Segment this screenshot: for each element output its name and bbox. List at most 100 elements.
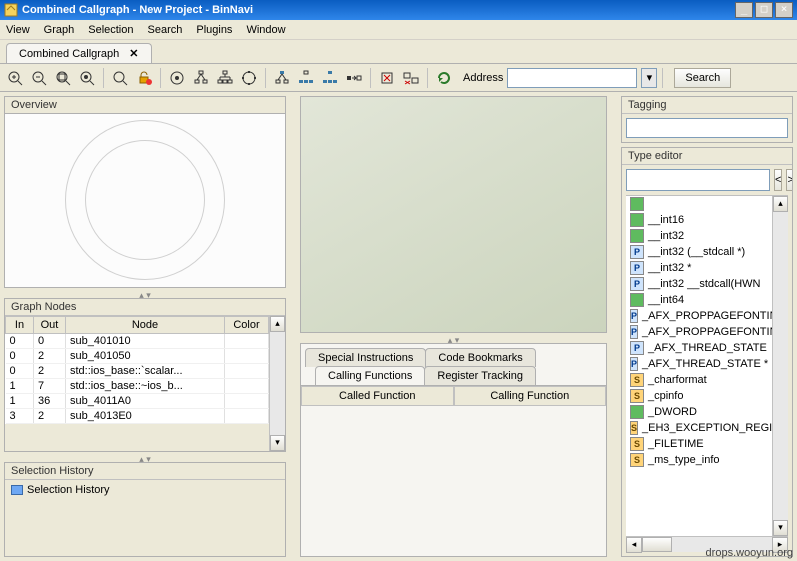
table-row[interactable]: 02std::ios_base::`scalar...: [6, 364, 269, 379]
right-column: Tagging Type editor < > __int16__int32P_…: [617, 92, 797, 561]
type-list-item[interactable]: P__int32 *: [626, 260, 772, 276]
menu-selection[interactable]: Selection: [88, 24, 133, 36]
col-node[interactable]: Node: [66, 317, 225, 334]
col-color[interactable]: Color: [225, 317, 269, 334]
type-list[interactable]: __int16__int32P__int32 (__stdcall *)P__i…: [626, 196, 772, 536]
col-in[interactable]: In: [6, 317, 34, 334]
menu-window[interactable]: Window: [246, 24, 285, 36]
lower-center-panel: Special Instructions Code Bookmarks Call…: [300, 343, 607, 557]
separator: [427, 68, 428, 88]
pointer-type-icon: P: [630, 341, 644, 355]
type-list-item[interactable]: __int64: [626, 292, 772, 308]
struct-type-icon: S: [630, 453, 644, 467]
pointer-type-icon: P: [630, 357, 638, 371]
table-row[interactable]: 136sub_4011A0: [6, 394, 269, 409]
type-list-item[interactable]: P _AFX_THREAD_STATE: [626, 340, 772, 356]
zoom-selection-icon[interactable]: [76, 67, 98, 89]
tab-close-icon[interactable]: ✕: [129, 47, 138, 60]
graph-nodes-table[interactable]: In Out Node Color 00sub_40101002sub_4010…: [5, 316, 269, 424]
selection-history-root[interactable]: Selection History: [5, 480, 285, 500]
struct-type-icon: S: [630, 389, 644, 403]
tagging-input[interactable]: [626, 118, 788, 138]
scrollbar-v[interactable]: ▴▾: [269, 316, 285, 451]
fit-graph-icon[interactable]: [52, 67, 74, 89]
table-row[interactable]: 02sub_401050: [6, 349, 269, 364]
document-tab-bar: Combined Callgraph ✕: [0, 40, 797, 64]
menu-bar: View Graph Selection Search Plugins Wind…: [0, 20, 797, 40]
type-list-item[interactable]: S_cpinfo: [626, 388, 772, 404]
col-calling-function[interactable]: Calling Function: [454, 386, 607, 406]
tab-calling-functions[interactable]: Calling Functions: [315, 366, 425, 385]
type-list-item[interactable]: [626, 196, 772, 212]
tab-special-instructions[interactable]: Special Instructions: [305, 348, 426, 367]
zoom-actual-icon[interactable]: [109, 67, 131, 89]
type-list-item[interactable]: S_charformat: [626, 372, 772, 388]
tab-code-bookmarks[interactable]: Code Bookmarks: [425, 348, 535, 367]
address-dropdown-icon[interactable]: ▾: [641, 68, 657, 88]
document-tab[interactable]: Combined Callgraph ✕: [6, 43, 152, 63]
layout-hier-icon[interactable]: [190, 67, 212, 89]
type-label: __int32 *: [648, 262, 691, 274]
type-prev-button[interactable]: <: [774, 169, 782, 191]
type-list-item[interactable]: __int32: [626, 228, 772, 244]
type-list-item[interactable]: P__int32 __stdcall(HWN: [626, 276, 772, 292]
type-next-button[interactable]: >: [786, 169, 793, 191]
selection-history-title: Selection History: [5, 463, 285, 480]
type-list-item[interactable]: _DWORD: [626, 404, 772, 420]
maximize-button[interactable]: □: [755, 2, 773, 18]
layout-orth-icon[interactable]: [214, 67, 236, 89]
table-row[interactable]: 00sub_401010: [6, 334, 269, 349]
delete-selection-icon[interactable]: [376, 67, 398, 89]
zoom-out-icon[interactable]: [28, 67, 50, 89]
select-all-icon[interactable]: [319, 67, 341, 89]
table-row[interactable]: 17std::ios_base::~ios_b...: [6, 379, 269, 394]
zoom-in-icon[interactable]: [4, 67, 26, 89]
col-called-function[interactable]: Called Function: [301, 386, 454, 406]
graph-canvas[interactable]: [300, 96, 607, 333]
type-list-item[interactable]: P_AFX_PROPPAGEFONTINFO: [626, 308, 772, 324]
type-list-item[interactable]: S _ms_type_info: [626, 452, 772, 468]
base-type-icon: [630, 197, 644, 211]
type-list-item[interactable]: P__int32 (__stdcall *): [626, 244, 772, 260]
type-list-item[interactable]: S_EH3_EXCEPTION_REGISTR: [626, 420, 772, 436]
select-parents-icon[interactable]: [295, 67, 317, 89]
type-editor-panel: Type editor < > __int16__int32P__int32 (…: [621, 147, 793, 557]
type-list-item[interactable]: P_AFX_PROPPAGEFONTINFO: [626, 324, 772, 340]
separator: [370, 68, 371, 88]
type-label: __int32: [648, 230, 684, 242]
menu-plugins[interactable]: Plugins: [196, 24, 232, 36]
delete-invisible-icon[interactable]: [400, 67, 422, 89]
tab-label: Combined Callgraph: [19, 48, 119, 60]
address-input[interactable]: [507, 68, 637, 88]
type-label: _AFX_THREAD_STATE: [648, 342, 767, 354]
refresh-icon[interactable]: [433, 67, 455, 89]
table-row[interactable]: 32sub_4013E0: [6, 409, 269, 424]
circle-dot-icon[interactable]: [166, 67, 188, 89]
layout-circle-icon[interactable]: [238, 67, 260, 89]
col-out[interactable]: Out: [34, 317, 66, 334]
menu-search[interactable]: Search: [148, 24, 183, 36]
scrollbar-v[interactable]: ▴ ▾: [772, 196, 788, 536]
search-button[interactable]: Search: [674, 68, 731, 88]
pointer-type-icon: P: [630, 277, 644, 291]
type-list-item[interactable]: S_FILETIME: [626, 436, 772, 452]
graph-nodes-panel: Graph Nodes In Out Node Color 00sub_4010…: [4, 298, 286, 452]
type-label: _ms_type_info: [648, 454, 720, 466]
type-list-item[interactable]: __int16: [626, 212, 772, 228]
pointer-type-icon: P: [630, 309, 638, 323]
close-window-button[interactable]: ×: [775, 2, 793, 18]
tab-register-tracking[interactable]: Register Tracking: [424, 366, 536, 385]
type-list-item[interactable]: P_AFX_THREAD_STATE *: [626, 356, 772, 372]
type-filter-input[interactable]: [626, 169, 770, 191]
base-type-icon: [630, 405, 644, 419]
toolbar: Address ▾ Search: [0, 64, 797, 92]
menu-graph[interactable]: Graph: [44, 24, 75, 36]
base-type-icon: [630, 229, 644, 243]
menu-view[interactable]: View: [6, 24, 30, 36]
minimize-button[interactable]: _: [735, 2, 753, 18]
select-children-icon[interactable]: [271, 67, 293, 89]
lock-toggle-icon[interactable]: [133, 67, 155, 89]
selection-history-panel: Selection History Selection History: [4, 462, 286, 557]
invert-selection-icon[interactable]: [343, 67, 365, 89]
overview-canvas[interactable]: [4, 113, 286, 288]
